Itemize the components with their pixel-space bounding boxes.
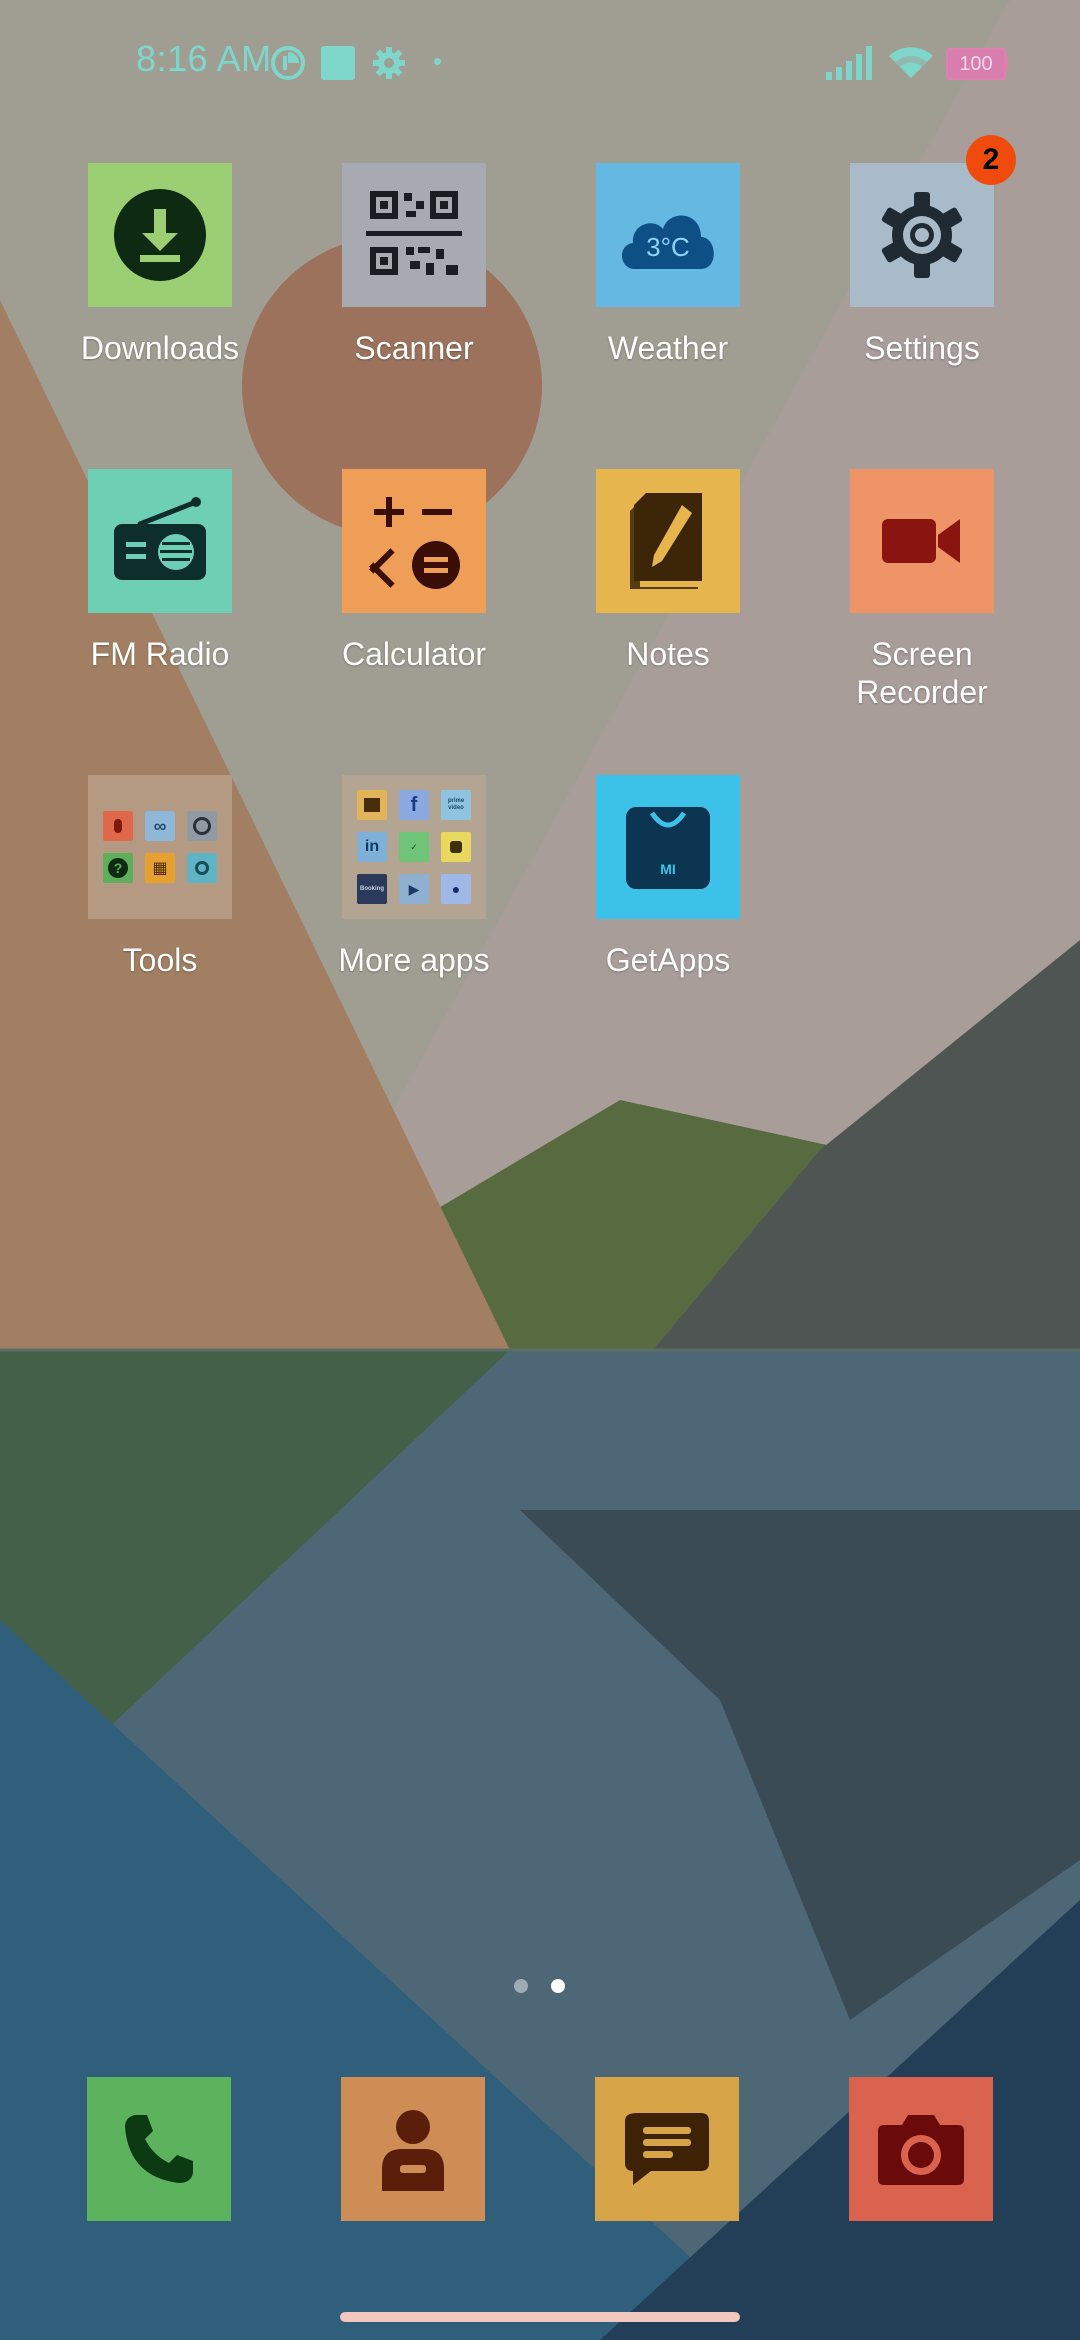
status-bar: 8:16 AM 100 bbox=[0, 0, 1080, 124]
app-getapps[interactable]: MI GetApps bbox=[541, 775, 795, 979]
folder-more-apps[interactable]: f prime video in ✓ Booking ▶ ● More apps bbox=[287, 775, 541, 979]
app-label: Calculator bbox=[341, 636, 487, 672]
app-weather[interactable]: 3°C Weather bbox=[541, 163, 795, 367]
page-dot-1[interactable] bbox=[514, 1979, 528, 1993]
scanner-tile bbox=[342, 163, 486, 307]
app-label: Scanner bbox=[354, 330, 474, 366]
dock-phone[interactable] bbox=[87, 2077, 231, 2221]
folder-tools[interactable]: ∞ ? ▦ Tools bbox=[33, 775, 287, 979]
getapps-logo: MI bbox=[660, 861, 676, 877]
grid-mini-icon: ▦ bbox=[145, 853, 175, 883]
data-saver-icon bbox=[271, 46, 305, 80]
gear-icon bbox=[373, 47, 405, 79]
settings-tile bbox=[850, 163, 994, 307]
getapps-tile: MI bbox=[596, 775, 740, 919]
app-screen-recorder[interactable]: Screen Recorder bbox=[795, 469, 1049, 711]
app-label: Notes bbox=[626, 636, 710, 672]
home-indicator[interactable] bbox=[340, 2312, 740, 2322]
square-notification-icon bbox=[321, 46, 355, 80]
qr-code-icon bbox=[366, 191, 462, 275]
app-label: More apps bbox=[338, 942, 490, 978]
inbox-mini-icon bbox=[357, 790, 387, 820]
scan-mini-icon bbox=[187, 853, 217, 883]
more-apps-folder-tile: f prime video in ✓ Booking ▶ ● bbox=[342, 775, 486, 919]
app-label: GetApps bbox=[605, 942, 731, 978]
compass-mini-icon bbox=[187, 811, 217, 841]
app-label: Tools bbox=[122, 942, 198, 978]
fm-radio-tile bbox=[88, 469, 232, 613]
wifi-icon bbox=[889, 47, 933, 78]
battery-icon: 100 bbox=[946, 48, 1006, 80]
folder-preview: f prime video in ✓ Booking ▶ ● bbox=[357, 790, 471, 904]
app-downloads[interactable]: Downloads bbox=[33, 163, 287, 367]
booking-mini-icon: Booking bbox=[357, 874, 387, 904]
note-pencil-icon bbox=[630, 493, 702, 589]
app-label: Screen Recorder bbox=[856, 636, 988, 710]
notification-badge: 2 bbox=[966, 135, 1016, 185]
download-icon bbox=[114, 189, 206, 281]
infinity-mini-icon: ∞ bbox=[145, 811, 175, 841]
dock-camera[interactable] bbox=[849, 2077, 993, 2221]
camera-icon bbox=[878, 2115, 964, 2185]
mi-store-mini-icon: ✓ bbox=[399, 832, 429, 862]
prime-video-mini-icon: prime video bbox=[441, 790, 471, 820]
calculator-icon bbox=[369, 497, 460, 589]
folder-preview: ∞ ? ▦ bbox=[103, 811, 217, 883]
screen-recorder-tile bbox=[850, 469, 994, 613]
linkedin-mini-icon: in bbox=[357, 832, 387, 862]
clock: 8:16 AM bbox=[136, 38, 272, 79]
shopping-bag-icon bbox=[626, 807, 710, 889]
battery-level: 100 bbox=[959, 52, 993, 75]
app-label: Settings bbox=[864, 330, 980, 366]
page-indicator[interactable] bbox=[0, 1975, 1080, 1995]
downloads-tile bbox=[88, 163, 232, 307]
radio-icon bbox=[114, 497, 206, 580]
phone-icon bbox=[125, 2115, 193, 2183]
recorder-mini-icon bbox=[103, 811, 133, 841]
lock-mini-icon bbox=[441, 832, 471, 862]
message-icon bbox=[625, 2113, 709, 2185]
app-settings[interactable]: Settings bbox=[795, 163, 1049, 367]
app-label: FM Radio bbox=[90, 636, 230, 672]
video-camera-icon bbox=[882, 519, 960, 563]
app-notes[interactable]: Notes bbox=[541, 469, 795, 673]
dock-messages[interactable] bbox=[595, 2077, 739, 2221]
app-calculator[interactable]: Calculator bbox=[287, 469, 541, 673]
assistant-mini-icon: ● bbox=[441, 874, 471, 904]
dock-contacts[interactable] bbox=[341, 2077, 485, 2221]
weather-temperature: 3°C bbox=[646, 231, 690, 262]
help-mini-icon: ? bbox=[103, 853, 133, 883]
app-fm-radio[interactable]: FM Radio bbox=[33, 469, 287, 673]
tools-folder-tile: ∞ ? ▦ bbox=[88, 775, 232, 919]
gear-icon bbox=[881, 192, 963, 278]
app-label: Downloads bbox=[80, 330, 240, 366]
app-scanner[interactable]: Scanner bbox=[287, 163, 541, 367]
facebook-mini-icon: f bbox=[399, 790, 429, 820]
signal-icon bbox=[826, 46, 872, 80]
calculator-tile bbox=[342, 469, 486, 613]
play-store-mini-icon: ▶ bbox=[399, 874, 429, 904]
battery-tip bbox=[1004, 56, 1008, 70]
dot-icon bbox=[434, 58, 441, 65]
weather-tile: 3°C bbox=[596, 163, 740, 307]
person-icon bbox=[382, 2110, 444, 2191]
notes-tile bbox=[596, 469, 740, 613]
app-label: Weather bbox=[607, 330, 729, 366]
page-dot-2[interactable] bbox=[551, 1979, 565, 1993]
